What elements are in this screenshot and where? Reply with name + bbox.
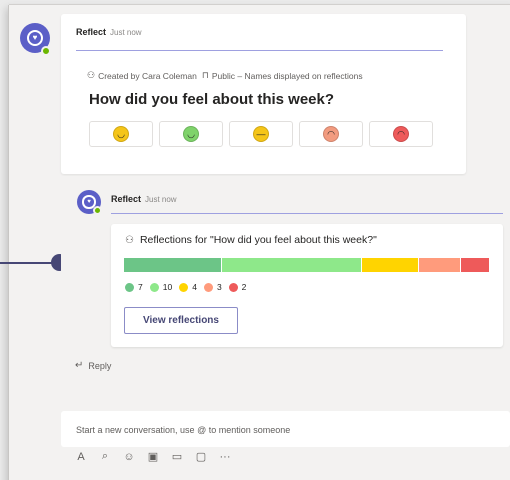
reflections-title: ⚇ Reflections for "How did you feel abou… [125,234,377,246]
sender-name[interactable]: Reflect [76,27,106,37]
reply-link[interactable]: ↵ Reply [75,360,111,371]
reflections-distribution-bar [124,258,490,272]
message-timestamp: Just now [110,28,142,37]
emoji-option-button[interactable]: — [229,121,293,147]
legend-dot [203,282,213,292]
people-icon: ⚇ [125,234,134,246]
compose-toolbar: A ⌕ ☺ ▣ ▭ ▢ ··· [74,450,232,463]
very-sad-face-icon: ◠ [393,126,409,142]
sad-face-icon: ◠ [323,126,339,142]
reply-label: Reply [88,360,112,371]
emoji-icon[interactable]: ☺ [122,451,136,463]
reflections-title-text: Reflections for "How did you feel about … [139,234,377,246]
legend-count: 3 [216,282,222,292]
format-icon[interactable]: A [74,451,88,463]
attach-icon[interactable]: ⌕ [98,450,112,463]
sender-name[interactable]: Reflect [111,194,141,204]
lock-icon: ⊓ [201,70,209,80]
legend-item: 7 [125,282,143,292]
legend-item: 3 [203,282,222,292]
reply-arrow-icon: ↵ [75,360,84,371]
emoji-option-button[interactable]: ◠ [369,121,433,147]
meet-icon[interactable]: ▢ [194,450,208,463]
online-status-icon [93,206,102,215]
legend-dot [125,282,134,292]
happy-face-icon: ◡ [183,126,199,142]
bar-segment [418,258,461,272]
legend-item: 2 [228,282,247,292]
heart-icon: ♥ [32,33,38,42]
gif-icon[interactable]: ▣ [146,450,160,463]
callout-connector-line [0,262,56,264]
reflections-legend: 7 10 4 3 2 [125,282,253,292]
emoji-option-button[interactable]: ◡ [159,121,223,147]
bar-segment [124,258,222,272]
legend-dot [228,282,238,292]
emoji-option-button[interactable]: ◡ [89,121,153,147]
very-happy-face-icon: ◡ [113,126,129,142]
message-header: Reflect Just now [111,194,177,204]
card-accent-line [76,50,443,51]
compose-input[interactable]: Start a new conversation, use @ to menti… [76,425,290,435]
neutral-face-icon: — [253,126,269,142]
message-timestamp: Just now [145,195,177,204]
bar-segment [461,258,489,272]
emoji-options: ◡ ◡ — ◠ ◠ [89,121,433,147]
person-icon: ⚇ [87,70,96,80]
legend-count: 10 [162,282,173,292]
legend-count: 7 [138,282,143,292]
emoji-option-button[interactable]: ◠ [299,121,363,147]
visibility-text: Public – Names displayed on reflections [211,70,363,81]
card-accent-line [111,213,503,214]
poll-meta: ⚇ Created by Cara Coleman ⊓ Public – Nam… [87,70,363,81]
legend-dot [179,282,189,292]
bar-segment [222,258,362,272]
legend-count: 4 [192,282,197,292]
created-by-text: Created by Cara Coleman [98,70,197,81]
online-status-icon [41,46,51,56]
bar-segment [362,258,418,272]
message-header: Reflect Just now [76,27,142,37]
poll-question: How did you feel about this week? [89,91,335,108]
sticker-icon[interactable]: ▭ [170,450,184,463]
legend-item: 4 [179,282,197,292]
heart-icon: ♥ [87,199,91,205]
legend-count: 2 [241,282,247,292]
legend-dot [149,282,159,292]
legend-item: 10 [149,282,173,292]
more-icon[interactable]: ··· [218,451,232,463]
view-reflections-button[interactable]: View reflections [124,307,238,334]
